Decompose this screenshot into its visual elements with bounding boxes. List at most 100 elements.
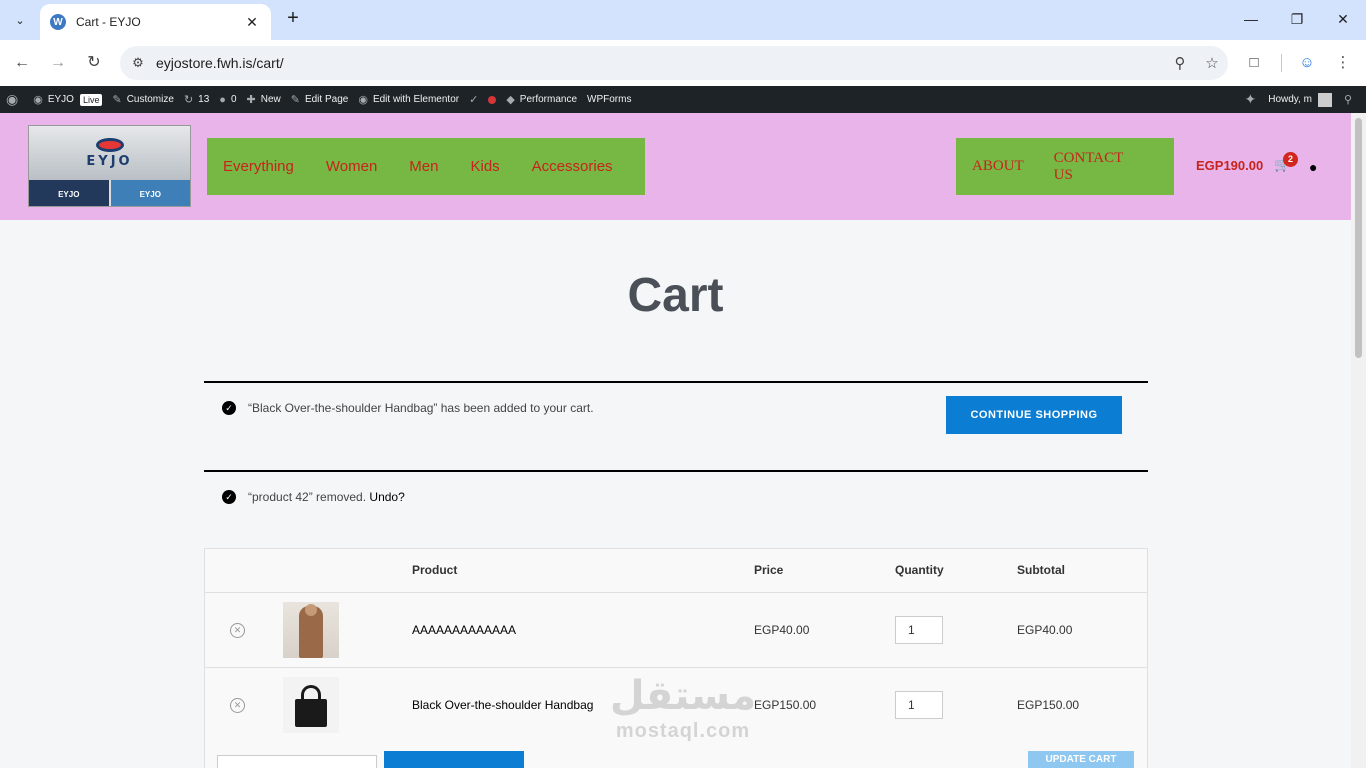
comment-icon: ●	[219, 93, 226, 106]
cart-count-badge: 2	[1283, 152, 1298, 167]
admin-howdy[interactable]: Howdy, m	[1268, 94, 1312, 105]
scrollbar-thumb[interactable]	[1355, 118, 1362, 358]
admin-new-label: New	[260, 94, 281, 105]
header-cart-total[interactable]: EGP190.00	[1196, 158, 1263, 173]
remove-item-icon[interactable]: ✕	[230, 623, 245, 638]
brush-icon: ✎	[112, 94, 122, 106]
header-price: Price	[754, 563, 784, 577]
reload-icon[interactable]: ↻	[82, 51, 106, 75]
header-subtotal: Subtotal	[1017, 563, 1065, 577]
menu-item-kids[interactable]: Kids	[470, 158, 499, 175]
product-thumbnail[interactable]	[283, 602, 339, 658]
admin-wpforms-label: WPForms	[587, 94, 632, 105]
site-header: EYJO EYJO EYJO Everything Women Men Kids…	[0, 113, 1351, 220]
wordpress-favicon-icon: W	[50, 14, 66, 30]
window-close-icon[interactable]: ✕	[1332, 8, 1354, 30]
updates-icon: ↻	[183, 94, 194, 106]
product-thumbnail[interactable]	[283, 677, 339, 733]
admin-edit-page-link[interactable]: ✎ Edit Page	[291, 93, 349, 106]
logo-eye-icon	[95, 137, 124, 152]
menu-item-everything[interactable]: Everything	[223, 158, 294, 175]
performance-icon: ◆	[506, 94, 515, 106]
tab-title: Cart - EYJO	[76, 15, 141, 29]
undo-link[interactable]: Undo?	[369, 490, 404, 504]
yoast-icon[interactable]: ✓	[469, 93, 478, 106]
admin-search-icon[interactable]: ⚲	[1344, 93, 1352, 106]
admin-edit-page-label: Edit Page	[304, 94, 349, 105]
header-product: Product	[412, 563, 458, 577]
back-icon[interactable]: ←	[10, 51, 34, 75]
admin-new-link[interactable]: ✚ New	[247, 93, 281, 106]
wp-logo-icon[interactable]: ◉	[6, 91, 23, 108]
pencil-icon: ✎	[290, 94, 300, 106]
extensions-icon[interactable]: □	[1242, 51, 1266, 75]
restore-icon[interactable]: ❐	[1286, 8, 1308, 30]
primary-menu: Everything Women Men Kids Accessories	[207, 138, 645, 195]
coupon-input[interactable]	[217, 755, 377, 768]
secondary-menu: ABOUT CONTACT US	[956, 138, 1174, 195]
continue-shopping-button[interactable]: CONTINUE SHOPPING	[946, 396, 1122, 434]
admin-site-name: EYJO	[47, 94, 74, 105]
quantity-input[interactable]: 1	[895, 616, 943, 644]
browser-tabstrip: ⌄ W Cart - EYJO ✕ + — ❐ ✕	[0, 0, 1366, 40]
browser-toolbar: ← → ↻ ⚙ eyjostore.fwh.is/cart/ ⚲ ☆ □ ☺ ⋮	[0, 40, 1366, 86]
plus-icon: ✚	[246, 94, 256, 106]
new-tab-button[interactable]: +	[282, 8, 304, 30]
menu-item-men[interactable]: Men	[409, 158, 438, 175]
browser-tab[interactable]: W Cart - EYJO ✕	[40, 4, 271, 40]
site-info-icon[interactable]: ⚙	[120, 55, 156, 71]
menu-item-women[interactable]: Women	[326, 158, 377, 175]
profile-icon[interactable]: ☺	[1295, 51, 1319, 75]
page-title: Cart	[627, 269, 724, 322]
removed-notice-message: “product 42” removed. Undo?	[248, 490, 405, 504]
admin-customize-label: Customize	[126, 94, 174, 105]
update-cart-button[interactable]: UPDATE CART	[1028, 751, 1134, 768]
product-price: EGP40.00	[754, 623, 810, 637]
menu-item-contact[interactable]: CONTACT US	[1054, 150, 1144, 184]
logo-sub-a: EYJO	[29, 180, 109, 206]
admin-site-link[interactable]: ◉ EYJO Live	[33, 93, 103, 106]
removed-notice: ✓ “product 42” removed. Undo?	[204, 470, 1148, 520]
dashboard-icon: ◉	[33, 94, 43, 106]
admin-comments-link[interactable]: ● 0	[219, 94, 236, 106]
bookmark-star-icon[interactable]: ☆	[1196, 54, 1228, 72]
tab-search-icon[interactable]: ⌄	[8, 8, 32, 32]
check-icon: ✓	[222, 490, 236, 504]
wp-admin-bar: ◉ ◉ EYJO Live ✎ Customize ↻ 13 ● 0 ✚ New…	[0, 86, 1366, 113]
site-logo[interactable]: EYJO EYJO EYJO	[28, 125, 191, 207]
apply-coupon-button[interactable]	[384, 751, 524, 768]
remove-item-icon[interactable]: ✕	[230, 698, 245, 713]
admin-updates-count: 13	[198, 94, 210, 105]
live-badge: Live	[79, 93, 103, 106]
product-name[interactable]: Black Over-the-shoulder Handbag	[412, 698, 593, 712]
page-scrollbar[interactable]	[1351, 113, 1366, 768]
header-quantity: Quantity	[895, 563, 944, 577]
ai-sparkle-icon[interactable]: ✦	[1244, 91, 1256, 108]
minimize-icon[interactable]: —	[1240, 8, 1262, 30]
product-name[interactable]: AAAAAAAAAAAAA	[412, 623, 516, 637]
logo-text: EYJO	[86, 153, 133, 169]
admin-customize-link[interactable]: ✎ Customize	[112, 93, 173, 106]
menu-kebab-icon[interactable]: ⋮	[1331, 51, 1355, 75]
menu-item-accessories[interactable]: Accessories	[532, 158, 613, 175]
forward-icon[interactable]: →	[46, 51, 70, 75]
admin-comments-count: 0	[230, 94, 237, 105]
zoom-icon[interactable]: ⚲	[1164, 54, 1196, 72]
tab-close-icon[interactable]: ✕	[243, 14, 261, 31]
avatar[interactable]	[1317, 92, 1332, 107]
admin-performance-link[interactable]: ◆ Performance	[506, 93, 577, 106]
url-text[interactable]: eyjostore.fwh.is/cart/	[156, 55, 1164, 71]
admin-elementor-label: Edit with Elementor	[372, 94, 460, 105]
menu-item-about[interactable]: ABOUT	[972, 158, 1024, 175]
removed-notice-text: “product 42” removed.	[248, 490, 367, 504]
admin-wpforms-link[interactable]: WPForms	[587, 94, 631, 105]
logo-sub-b: EYJO	[108, 180, 190, 206]
mostaql-watermark: مستقل mostaql.com	[598, 672, 768, 752]
quantity-input[interactable]: 1	[895, 691, 943, 719]
account-icon[interactable]: ●	[1309, 159, 1317, 175]
elementor-icon: ◉	[358, 94, 368, 106]
admin-elementor-link[interactable]: ◉ Edit with Elementor	[358, 93, 459, 106]
product-subtotal: EGP150.00	[1017, 698, 1080, 712]
address-bar[interactable]: ⚙ eyjostore.fwh.is/cart/ ⚲ ☆	[120, 46, 1228, 80]
admin-updates-link[interactable]: ↻ 13	[184, 93, 209, 106]
